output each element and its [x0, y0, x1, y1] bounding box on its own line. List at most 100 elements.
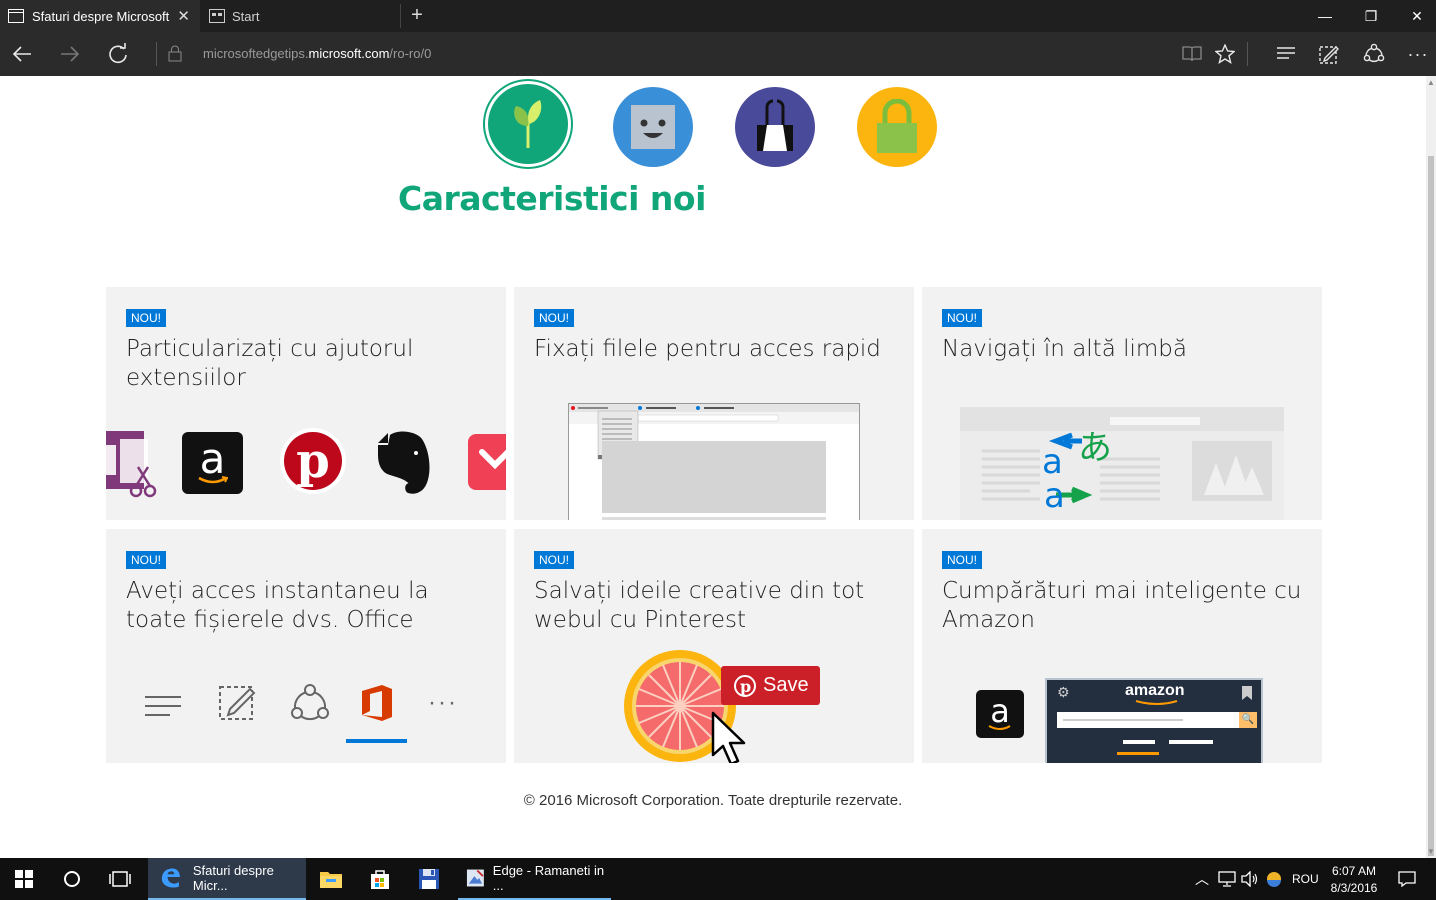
volume-icon[interactable] — [1241, 871, 1259, 887]
clock[interactable]: 6:07 AM 8/3/2016 — [1326, 858, 1382, 900]
card-pinned-tabs[interactable]: NOU! Fixați filele pentru acces rapid — [514, 287, 914, 520]
new-badge: NOU! — [942, 309, 982, 327]
new-tab-button[interactable]: + — [402, 4, 432, 28]
mouse-cursor-icon — [711, 711, 746, 763]
weather-icon[interactable] — [1266, 871, 1282, 887]
feature-circle-assistant[interactable] — [613, 87, 693, 167]
clock-date: 8/3/2016 — [1330, 881, 1378, 895]
share-icon — [291, 684, 329, 721]
cortana-icon — [64, 871, 80, 887]
divider — [1247, 42, 1248, 66]
new-badge: NOU! — [126, 551, 166, 569]
card-translate[interactable]: NOU! Navigați în altă limbă aあa — [922, 287, 1322, 520]
tab-label: Start — [232, 8, 260, 24]
address-bar[interactable]: microsoftedgetips.microsoft.com/ro-ro/0 — [203, 46, 431, 61]
taskbar-app-editor[interactable]: Edge - Ramaneti in ... — [458, 858, 611, 900]
office-icon — [362, 685, 392, 721]
scrollbar-thumb[interactable] — [1428, 156, 1434, 856]
feature-circle-clip[interactable] — [735, 87, 815, 167]
floppy-disk-icon — [419, 869, 439, 889]
address-domain: microsoft.com — [308, 46, 390, 61]
task-view-button[interactable] — [96, 858, 144, 900]
feature-circle-new[interactable] — [488, 84, 568, 164]
page-icon — [8, 9, 24, 23]
search-icon[interactable]: 🔍 — [1239, 712, 1257, 728]
card-title: Navigați în altă limbă — [942, 336, 1187, 362]
address-path: /ro-ro/0 — [389, 46, 432, 61]
hub-button[interactable] — [1270, 40, 1302, 68]
divider — [156, 42, 157, 66]
tab-sfaturi[interactable]: Sfaturi despre Microsoft Edge ✕ — [0, 0, 200, 32]
taskbar-app-edge[interactable]: Sfaturi despre Micr... — [148, 858, 306, 900]
reading-view-button[interactable] — [1176, 40, 1208, 68]
new-badge: NOU! — [534, 551, 574, 569]
scroll-up-icon[interactable]: ▲ — [1427, 78, 1435, 87]
close-window-button[interactable]: ✕ — [1394, 0, 1436, 32]
back-button[interactable] — [6, 40, 38, 68]
taskbar-app-label: Edge - Ramaneti in ... — [492, 863, 605, 893]
nav-bar — [1169, 740, 1213, 744]
share-button[interactable] — [1358, 40, 1390, 68]
more-button[interactable]: ··· — [1402, 40, 1434, 68]
minimize-button[interactable]: — — [1302, 0, 1348, 32]
page-content: Caracteristici noi NOU! Particularizați … — [0, 76, 1426, 858]
tab-label: Sfaturi despre Microsoft Edge — [32, 8, 172, 24]
address-prefix: microsoftedgetips. — [203, 46, 309, 61]
input-language[interactable]: ROU — [1292, 858, 1319, 900]
pocket-extension-icon — [468, 434, 506, 490]
action-center-icon[interactable] — [1398, 871, 1416, 887]
refresh-button[interactable] — [102, 40, 134, 68]
star-icon — [1214, 43, 1236, 64]
lock-icon — [168, 45, 182, 62]
tab-start[interactable]: Start — [200, 0, 400, 32]
save-label: Save — [763, 674, 809, 696]
card-pinterest[interactable]: NOU! Salvați ideile creative din tot web… — [514, 529, 914, 763]
taskbar: Sfaturi despre Micr... Edge - Ramaneti i… — [0, 858, 1436, 900]
network-icon[interactable] — [1218, 871, 1236, 887]
forward-button[interactable] — [54, 40, 86, 68]
web-note-button[interactable] — [1313, 40, 1345, 68]
amazon-logo: amazon — [1125, 682, 1185, 699]
vertical-scrollbar[interactable]: ▲ ▼ — [1426, 76, 1436, 858]
amazon-extension-icon: a — [976, 690, 1024, 738]
store-button[interactable] — [356, 858, 404, 900]
pinterest-save-button[interactable]: p Save — [721, 666, 820, 705]
robot-icon — [631, 105, 675, 149]
card-amazon[interactable]: NOU! Cumpărături mai inteligente cu Amaz… — [922, 529, 1322, 763]
tab-divider — [400, 4, 401, 28]
padlock-icon — [877, 99, 917, 153]
cortana-button[interactable] — [48, 858, 96, 900]
new-badge: NOU! — [126, 309, 166, 327]
restore-button[interactable]: ❐ — [1348, 0, 1394, 32]
back-arrow-icon — [12, 46, 31, 62]
amazon-search-field[interactable] — [1057, 712, 1239, 728]
card-title: Cumpărături mai inteligente cu Amazon — [942, 578, 1302, 633]
forward-arrow-icon — [61, 46, 80, 62]
task-view-icon — [109, 871, 131, 887]
hub-icon — [145, 696, 181, 716]
scroll-down-icon[interactable]: ▼ — [1427, 847, 1435, 856]
folder-icon — [320, 872, 342, 888]
nav-bar — [1123, 740, 1155, 744]
tab-bar: Sfaturi despre Microsoft Edge ✕ Start + … — [0, 0, 1436, 32]
card-extensions[interactable]: NOU! Particularizați cu ajutorul extensi… — [106, 287, 506, 520]
card-office[interactable]: NOU! Aveți acces instantaneu la toate fi… — [106, 529, 506, 763]
refresh-icon — [109, 43, 127, 64]
new-badge: NOU! — [942, 551, 982, 569]
pinterest-icon: p — [734, 674, 756, 697]
start-button[interactable] — [0, 858, 48, 900]
save-app-button[interactable] — [405, 858, 453, 900]
close-tab-icon[interactable]: ✕ — [177, 7, 190, 25]
clock-time: 6:07 AM — [1331, 864, 1377, 878]
amazon-panel: ⚙ amazon 🔍 — [1045, 678, 1263, 763]
taskbar-app-label: Sfaturi despre Micr... — [192, 863, 274, 893]
feature-circle-security[interactable] — [857, 87, 937, 167]
show-hidden-icons-button[interactable]: ︿ — [1192, 858, 1212, 900]
web-note-icon — [219, 686, 256, 720]
new-badge: NOU! — [534, 309, 574, 327]
more-icon: ··· — [428, 689, 458, 716]
file-explorer-button[interactable] — [307, 858, 355, 900]
favorite-button[interactable] — [1209, 40, 1241, 68]
navigation-bar: microsoftedgetips.microsoft.com/ro-ro/0 … — [0, 32, 1436, 76]
card-title: Salvați ideile creative din tot webul cu… — [534, 578, 865, 633]
